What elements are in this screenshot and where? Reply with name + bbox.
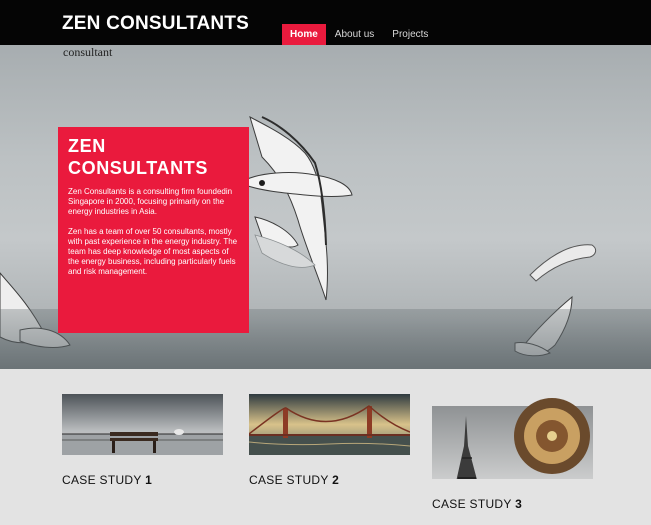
- case-study-2-image[interactable]: [249, 394, 410, 455]
- case-studies-section: CASE STUDY 1 CASE STUDY 2 CASE STUDY 3: [0, 369, 651, 525]
- intro-card: ZEN CONSULTANTS Zen Consultants is a con…: [58, 127, 249, 333]
- case-study-3-number: 3: [515, 497, 523, 511]
- intro-title-line1: ZEN: [68, 136, 106, 156]
- case-study-1[interactable]: CASE STUDY 1: [62, 394, 223, 487]
- intro-paragraph-2: Zen has a team of over 50 consultants, m…: [68, 227, 238, 276]
- case-study-3[interactable]: CASE STUDY 3: [432, 394, 593, 511]
- site-subtitle: consultant: [63, 45, 113, 59]
- case-study-3-image[interactable]: [432, 394, 593, 479]
- case-study-1-label: CASE STUDY: [62, 473, 142, 487]
- case-study-1-image[interactable]: [62, 394, 223, 455]
- nav-projects[interactable]: Projects: [383, 24, 437, 45]
- case-study-2-title[interactable]: CASE STUDY 2: [249, 473, 339, 487]
- main-nav: Home About us Projects: [282, 24, 437, 45]
- case-study-1-title[interactable]: CASE STUDY 1: [62, 473, 152, 487]
- case-study-2-label: CASE STUDY: [249, 473, 329, 487]
- case-study-2-number: 2: [332, 473, 340, 487]
- site-title[interactable]: ZEN CONSULTANTS: [62, 13, 249, 35]
- case-study-3-label: CASE STUDY: [432, 497, 512, 511]
- nav-home[interactable]: Home: [282, 24, 326, 45]
- intro-title-line2: CONSULTANTS: [68, 158, 208, 178]
- nav-about-us[interactable]: About us: [326, 24, 383, 45]
- intro-paragraph-1: Zen Consultants is a consulting firm fou…: [68, 187, 233, 216]
- intro-title: ZEN CONSULTANTS: [68, 135, 239, 179]
- case-study-3-title[interactable]: CASE STUDY 3: [432, 497, 522, 511]
- case-study-2[interactable]: CASE STUDY 2: [249, 394, 410, 487]
- top-bar: ZEN CONSULTANTS Home About us Projects: [0, 0, 651, 45]
- case-study-1-number: 1: [145, 473, 153, 487]
